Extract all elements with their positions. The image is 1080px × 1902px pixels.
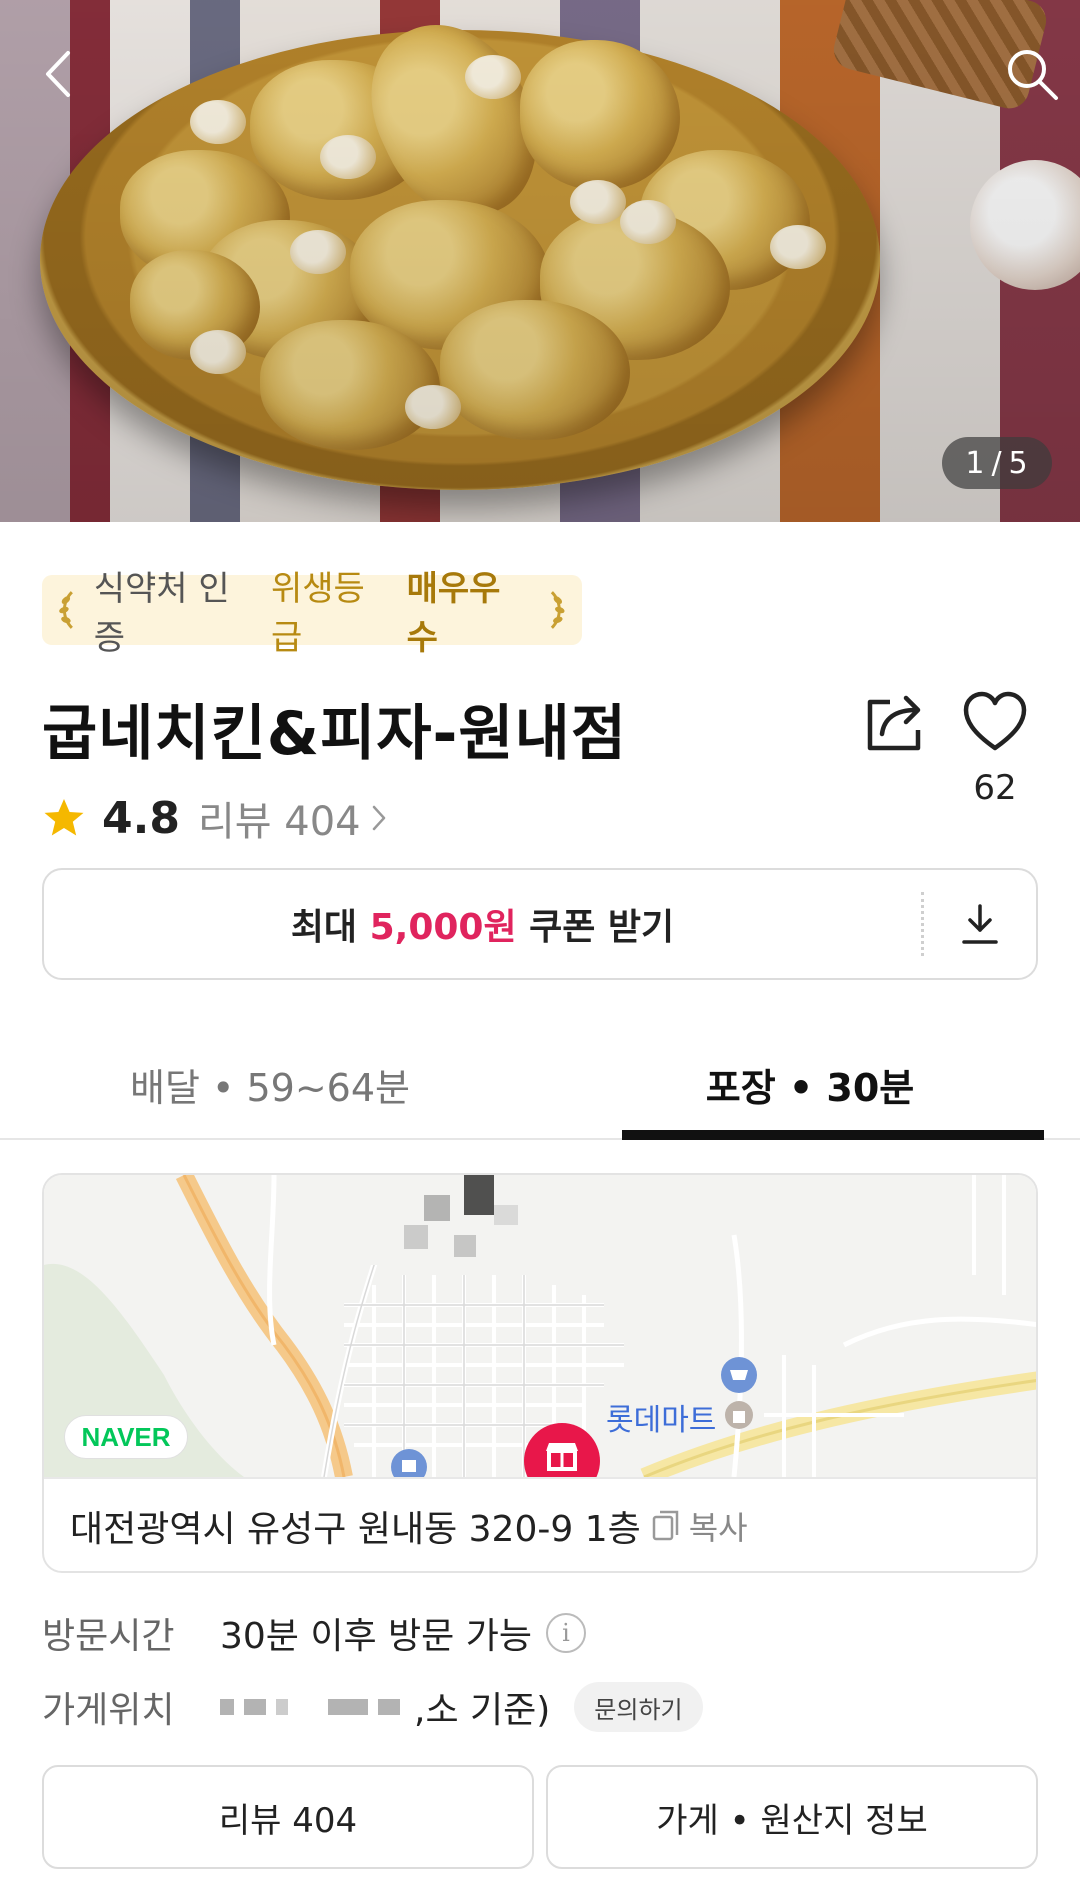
redacted-location-text [220,1699,400,1715]
chevron-left-icon [46,51,70,97]
copy-address-button[interactable]: 복사 [651,1503,748,1549]
like-button[interactable] [960,688,1030,758]
search-icon [1008,50,1058,100]
download-icon [962,904,998,944]
visit-time-value: 30분 이후 방문 가능 [220,1616,532,1657]
laurel-right-icon [551,591,565,629]
store-info-button[interactable]: 가게 • 원산지 정보 [546,1765,1038,1869]
coupon-prefix: 최대 [290,907,358,948]
page-total: 5 [1008,445,1029,481]
map-card: NAVER 롯데마트 대전광역시 유성구 원내동 320-9 1층 복사 [42,1173,1038,1573]
visit-time-value-group: 30분 이후 방문 가능 i [220,1607,586,1659]
rating-score: 4.8 [102,792,180,844]
store-address: 대전광역시 유성구 원내동 320-9 1층 [70,1509,641,1550]
coupon-download-button[interactable] [924,870,1036,978]
rating-row: 4.8 리뷰 404 [42,790,387,846]
search-button[interactable] [1002,44,1062,104]
order-type-tabs: 배달 • 59~64분 포장 • 30분 [0,1030,1080,1140]
hygiene-badge[interactable]: 식약처 인증 위생등급 매우우수 [42,569,582,658]
share-button[interactable] [860,688,930,758]
share-icon [867,695,921,751]
coupon-suffix: 쿠폰 받기 [529,907,675,948]
page-separator: / [991,445,1003,481]
chevron-right-icon [372,805,385,831]
map-view[interactable]: NAVER 롯데마트 [44,1175,1036,1477]
star-icon [44,799,84,836]
hygiene-grade-label: 위생등급 [270,569,365,658]
reviews-button[interactable]: 리뷰 404 [42,1765,534,1869]
photo-page-indicator: 1 / 5 [942,437,1052,489]
store-location-label: 가게위치 [42,1690,175,1731]
visit-time-label: 방문시간 [42,1616,175,1657]
naver-badge: NAVER [64,1415,188,1459]
store-location-value: ,소 기준) [414,1690,551,1731]
back-button[interactable] [30,44,90,104]
inquire-button[interactable]: 문의하기 [574,1682,703,1732]
coupon-button[interactable]: 최대 5,000원 쿠폰 받기 [44,870,921,978]
hygiene-certifier: 식약처 인증 [93,569,230,658]
photo-shade [0,0,1080,522]
store-location-row: 가게위치 ,소 기준) 문의하기 [42,1677,703,1737]
laurel-left-icon [59,591,73,629]
visit-time-row: 방문시간 30분 이후 방문 가능 i [42,1603,586,1663]
store-location-value-group: ,소 기준) 문의하기 [220,1681,703,1733]
tab-delivery[interactable]: 배달 • 59~64분 [0,1030,540,1138]
review-count-label: 리뷰 404 [197,799,361,845]
like-count: 62 [973,768,1017,808]
info-icon[interactable]: i [545,1613,586,1653]
store-marker-icon [524,1423,600,1477]
map-poi-label: 롯데마트 [606,1403,717,1438]
page-current: 1 [965,445,986,481]
hero-photo[interactable]: 1 / 5 [0,0,1080,522]
review-link[interactable]: 리뷰 404 [198,789,387,847]
address-row: 대전광역시 유성구 원내동 320-9 1층 복사 [44,1477,1036,1571]
coupon-banner: 최대 5,000원 쿠폰 받기 [42,868,1038,980]
copy-label: 복사 [688,1509,748,1547]
tab-pickup[interactable]: 포장 • 30분 [540,1030,1080,1140]
hygiene-grade-value: 매우우수 [406,569,501,658]
store-name: 굽네치킨&피자-원내점 [42,699,628,769]
heart-icon [963,691,1027,751]
copy-icon [652,1510,678,1541]
coupon-amount: 5,000원 [369,907,517,948]
